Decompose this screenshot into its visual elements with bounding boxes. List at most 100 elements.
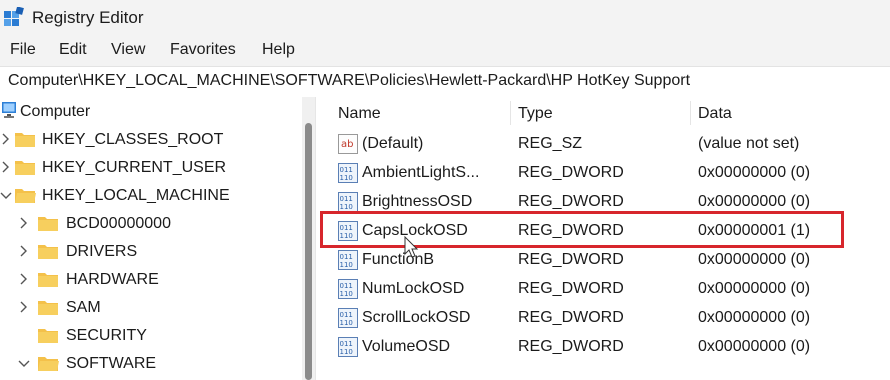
- tree-item-sam[interactable]: SAM: [0, 294, 302, 322]
- key-tree[interactable]: Computer HKEY_CLASSES_ROOT HKEY_CURRENT_…: [0, 97, 302, 380]
- address-bar[interactable]: Computer\HKEY_LOCAL_MACHINE\SOFTWARE\Pol…: [0, 66, 890, 98]
- menu-help[interactable]: Help: [262, 41, 295, 59]
- svg-text:011: 011: [340, 195, 353, 203]
- tree-item-bcd[interactable]: BCD00000000: [0, 210, 302, 238]
- tree-item-hardware[interactable]: HARDWARE: [0, 266, 302, 294]
- value-data: 0x00000000 (0): [698, 164, 811, 181]
- chevron-down-icon[interactable]: [0, 188, 12, 202]
- chevron-down-icon[interactable]: [18, 356, 30, 370]
- value-type: REG_DWORD: [518, 222, 624, 239]
- registry-editor-icon: [4, 7, 24, 26]
- value-row-default[interactable]: ab (Default) REG_SZ (value not set): [330, 130, 890, 159]
- value-name: VolumeOSD: [362, 338, 451, 355]
- value-type: REG_DWORD: [518, 280, 624, 297]
- value-row-volumeosd[interactable]: 011 110 VolumeOSD REG_DWORD 0x00000000 (…: [330, 333, 890, 362]
- value-name: ScrollLockOSD: [362, 309, 471, 326]
- value-type: REG_SZ: [518, 135, 583, 152]
- string-value-icon: ab: [338, 134, 358, 154]
- value-data: 0x00000000 (0): [698, 280, 811, 297]
- dword-value-icon: 011 110: [338, 163, 358, 183]
- menu-edit[interactable]: Edit: [59, 41, 87, 59]
- tree-item-drivers[interactable]: DRIVERS: [0, 238, 302, 266]
- value-data: 0x00000000 (0): [698, 251, 811, 268]
- column-header-name[interactable]: Name: [338, 105, 381, 123]
- svg-text:110: 110: [340, 290, 353, 298]
- dword-value-icon: 011 110: [338, 279, 358, 299]
- svg-text:011: 011: [340, 311, 353, 319]
- svg-text:110: 110: [340, 319, 353, 327]
- chevron-right-icon[interactable]: [18, 300, 30, 314]
- folder-icon: [38, 273, 58, 287]
- folder-icon: [38, 217, 58, 231]
- value-data: 0x00000001 (1): [698, 222, 811, 239]
- tree-label: DRIVERS: [66, 243, 138, 260]
- tree-item-hkey-current-user[interactable]: HKEY_CURRENT_USER: [0, 154, 302, 182]
- svg-text:110: 110: [340, 203, 353, 211]
- folder-icon: [15, 161, 35, 175]
- value-name: FunctionB: [362, 251, 435, 268]
- column-header-type[interactable]: Type: [518, 105, 553, 123]
- tree-label: HKEY_CLASSES_ROOT: [42, 131, 224, 148]
- svg-text:011: 011: [340, 224, 353, 232]
- svg-text:110: 110: [340, 232, 353, 240]
- column-divider[interactable]: [510, 101, 511, 125]
- value-type: REG_DWORD: [518, 338, 624, 355]
- pane-splitter[interactable]: [315, 97, 330, 380]
- value-name: NumLockOSD: [362, 280, 465, 297]
- chevron-right-icon[interactable]: [18, 272, 30, 286]
- address-path[interactable]: Computer\HKEY_LOCAL_MACHINE\SOFTWARE\Pol…: [8, 72, 690, 90]
- tree-label: SECURITY: [66, 327, 147, 344]
- chevron-right-icon[interactable]: [18, 216, 30, 230]
- window-title: Registry Editor: [32, 8, 144, 27]
- menu-view[interactable]: View: [111, 41, 145, 59]
- tree-label: HARDWARE: [66, 271, 159, 288]
- column-header-data[interactable]: Data: [698, 105, 732, 123]
- value-type: REG_DWORD: [518, 193, 624, 210]
- chevron-right-icon[interactable]: [0, 160, 12, 174]
- menu-favorites[interactable]: Favorites: [170, 41, 236, 59]
- menu-file[interactable]: File: [10, 41, 36, 59]
- tree-scrollbar[interactable]: [302, 97, 315, 380]
- tree-label: SOFTWARE: [66, 355, 157, 372]
- folder-icon: [38, 329, 58, 343]
- chevron-right-icon[interactable]: [0, 132, 12, 146]
- value-data: 0x00000000 (0): [698, 338, 811, 355]
- tree-label: BCD00000000: [66, 215, 171, 232]
- svg-text:110: 110: [340, 174, 353, 182]
- value-name: AmbientLightS...: [362, 164, 480, 181]
- chevron-right-icon[interactable]: [18, 244, 30, 258]
- dword-value-icon: 011 110: [338, 192, 358, 212]
- svg-text:110: 110: [340, 348, 353, 356]
- tree-item-security[interactable]: SECURITY: [0, 322, 302, 350]
- svg-text:011: 011: [340, 166, 353, 174]
- svg-text:ab: ab: [341, 139, 353, 150]
- tree-label: HKEY_CURRENT_USER: [42, 159, 227, 176]
- tree-item-hkey-classes-root[interactable]: HKEY_CLASSES_ROOT: [0, 126, 302, 154]
- value-type: REG_DWORD: [518, 309, 624, 326]
- value-row-scrolllockosd[interactable]: 011 110 ScrollLockOSD REG_DWORD 0x000000…: [330, 304, 890, 333]
- computer-icon: [2, 102, 16, 118]
- tree-item-computer[interactable]: Computer: [0, 98, 302, 126]
- value-row-brightnessosd[interactable]: 011 110 BrightnessOSD REG_DWORD 0x000000…: [330, 188, 890, 217]
- svg-text:011: 011: [340, 253, 353, 261]
- value-row-numlockosd[interactable]: 011 110 NumLockOSD REG_DWORD 0x00000000 …: [330, 275, 890, 304]
- tree-item-hkey-local-machine[interactable]: HKEY_LOCAL_MACHINE: [0, 182, 302, 210]
- value-row-ambientlight[interactable]: 011 110 AmbientLightS... REG_DWORD 0x000…: [330, 159, 890, 188]
- column-divider[interactable]: [690, 101, 691, 125]
- svg-text:011: 011: [340, 340, 353, 348]
- tree-label: SAM: [66, 299, 101, 316]
- value-type: REG_DWORD: [518, 164, 624, 181]
- value-name: (Default): [362, 135, 424, 152]
- tree-item-software[interactable]: SOFTWARE: [0, 350, 302, 378]
- dword-value-icon: 011 110: [338, 308, 358, 328]
- dword-value-icon: 011 110: [338, 337, 358, 357]
- menu-bar: File Edit View Favorites Help: [0, 36, 890, 66]
- value-name: BrightnessOSD: [362, 193, 473, 210]
- value-data: 0x00000000 (0): [698, 309, 811, 326]
- tree-label-computer: Computer: [20, 103, 91, 120]
- value-data: 0x00000000 (0): [698, 193, 811, 210]
- dword-value-icon: 011 110: [338, 221, 358, 241]
- tree-label: HKEY_LOCAL_MACHINE: [42, 187, 230, 204]
- title-bar: Registry Editor: [0, 0, 890, 36]
- tree-scrollbar-thumb[interactable]: [305, 123, 312, 380]
